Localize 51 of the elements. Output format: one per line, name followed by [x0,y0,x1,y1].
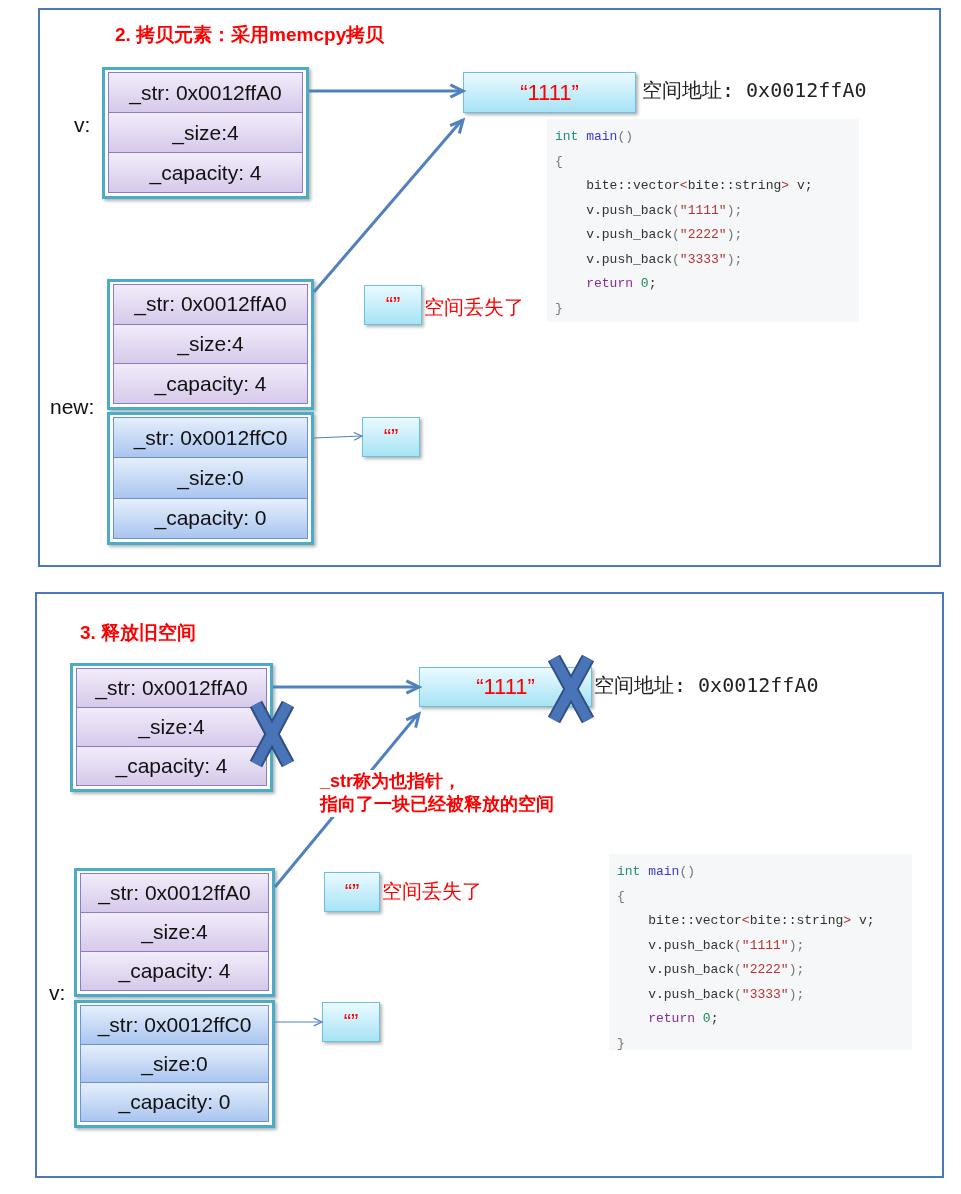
code-line: { [617,887,625,906]
code-line: return 0; [647,1010,719,1028]
struct-field: _size:4 [113,323,308,365]
struct-field: _str: 0x0012ffC0 [113,417,308,459]
diagram-title: 3. 释放旧空间 [80,621,197,645]
struct-field: _size:4 [108,112,303,153]
struct-field: _capacity: 4 [80,951,269,991]
struct-field: _capacity: 0 [113,497,308,539]
struct-field: _str: 0x0012ffC0 [80,1005,269,1045]
address-label: 空间地址: 0x0012ffA0 [642,77,867,104]
code-line: { [555,152,563,171]
string-box: “” [322,1002,380,1042]
arrow [313,431,364,441]
code-line: return 0; [585,275,657,293]
code-line: bite::vector<bite::string> v; [585,177,813,195]
string-box: “” [362,417,420,457]
code-line: v.push_back("2222"); [647,961,805,979]
code-line: } [617,1034,625,1053]
variable-label: new: [50,395,95,419]
code-line: int main() [617,863,696,881]
variable-label: v: [74,113,91,137]
struct-field: _capacity: 4 [108,152,303,193]
struct-field: _size:0 [80,1043,269,1084]
code-line: v.push_back("3333"); [585,250,743,269]
struct-field: _capacity: 4 [76,746,267,786]
struct-field: _size:4 [80,912,269,952]
struct-field: _str: 0x0012ffA0 [113,284,308,325]
code-line: v.push_back("1111"); [585,201,743,220]
code-line: bite::vector<bite::string> v; [647,912,875,930]
address-label: 空间地址: 0x0012ffA0 [594,672,819,699]
struct-field: _str: 0x0012ffA0 [108,72,303,113]
code-line: } [555,299,563,318]
string-box: “” [364,285,422,325]
struct-field: _capacity: 4 [113,363,308,404]
arrow [274,1017,324,1027]
comment-text: 指向了一块已经被释放的空间 [320,793,554,817]
variable-label: v: [49,981,66,1005]
code-line: v.push_back("3333"); [647,985,805,1004]
struct-field: _size:4 [76,707,267,747]
code-line: v.push_back("1111"); [647,936,805,955]
code-line: v.push_back("2222"); [585,226,743,244]
diagram-title: 2. 拷贝元素：采用memcpy拷贝 [115,23,385,47]
lost-note: 空间丢失了 [424,295,524,320]
string-box: “” [324,872,380,912]
string-box: “1111” [463,72,636,113]
code-line: int main() [555,128,634,146]
struct-field: _str: 0x0012ffA0 [80,873,269,913]
struct-field: _size:0 [113,457,308,499]
lost-note: 空间丢失了 [382,879,482,904]
struct-field: _str: 0x0012ffA0 [76,668,267,708]
struct-field: _capacity: 0 [80,1082,269,1122]
